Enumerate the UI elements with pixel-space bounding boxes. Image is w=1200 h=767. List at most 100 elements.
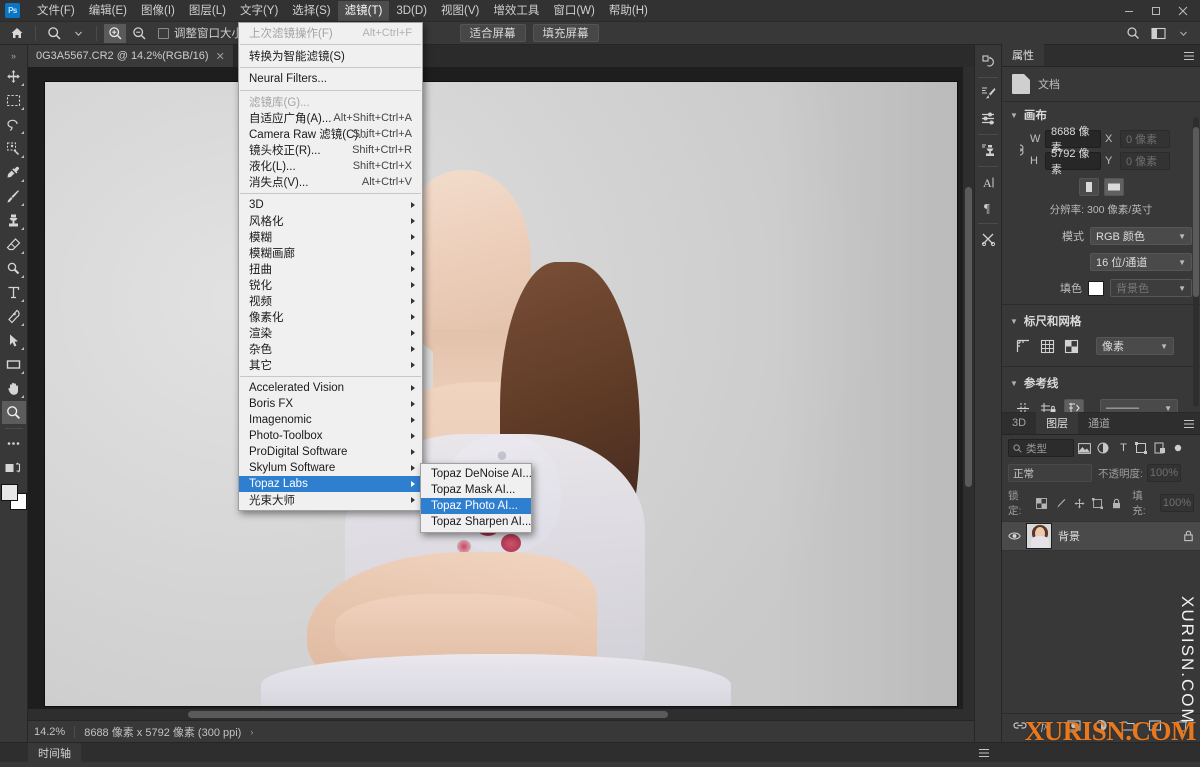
- filter-menu-item[interactable]: 像素化: [239, 309, 422, 325]
- fit-screen-button[interactable]: 适合屏幕: [459, 24, 526, 42]
- scrollbar-thumb[interactable]: [1193, 127, 1199, 297]
- foreground-color-swatch[interactable]: [0, 484, 18, 501]
- menu-edit[interactable]: 编辑(E): [82, 1, 134, 21]
- filter-menu-item[interactable]: Boris FX: [239, 396, 422, 412]
- layer-style-icon[interactable]: fx: [1040, 719, 1054, 733]
- tab-timeline[interactable]: 时间轴: [28, 743, 81, 762]
- delete-layer-icon[interactable]: [1175, 719, 1189, 732]
- menu-layer[interactable]: 图层(L): [182, 1, 233, 21]
- menu-view[interactable]: 视图(V): [434, 1, 486, 21]
- filter-menu-item[interactable]: 锐化: [239, 277, 422, 293]
- lock-position-icon[interactable]: [1074, 498, 1089, 509]
- properties-scrollbar[interactable]: [1193, 117, 1199, 407]
- tab-图层[interactable]: 图层: [1036, 412, 1079, 434]
- home-icon[interactable]: [6, 24, 28, 43]
- lock-icon[interactable]: [1183, 530, 1194, 542]
- filter-menu-item[interactable]: 视频: [239, 293, 422, 309]
- lock-guides-icon[interactable]: [1040, 401, 1056, 412]
- clone-stamp-tool[interactable]: [2, 209, 26, 232]
- blend-mode-select[interactable]: 正常: [1008, 464, 1092, 482]
- quick-mask-icon[interactable]: [2, 456, 26, 479]
- fill-source-select[interactable]: 背景色 ▼: [1110, 279, 1192, 297]
- layer-filter-select[interactable]: 类型: [1008, 439, 1074, 457]
- panel-menu-icon[interactable]: [1183, 419, 1195, 429]
- link-layers-icon[interactable]: [1013, 719, 1027, 732]
- filter-menu-item[interactable]: 镜头校正(R)... Shift+Ctrl+R: [239, 142, 422, 158]
- filter-menu-item[interactable]: Topaz Labs: [239, 476, 422, 492]
- search-icon[interactable]: [1122, 24, 1144, 43]
- filter-smart-icon[interactable]: [1154, 442, 1169, 454]
- menu-select[interactable]: 选择(S): [285, 1, 337, 21]
- filter-adjustment-icon[interactable]: [1097, 442, 1112, 454]
- tab-properties[interactable]: 属性: [1002, 44, 1044, 66]
- path-selection-tool[interactable]: [2, 329, 26, 352]
- adjustment-layer-icon[interactable]: [1094, 719, 1108, 732]
- filter-menu-item[interactable]: 其它: [239, 357, 422, 373]
- filter-menu-item[interactable]: Skylum Software: [239, 460, 422, 476]
- topaz-submenu-item[interactable]: Topaz DeNoise AI...: [421, 466, 532, 482]
- zoom-out-icon[interactable]: [128, 24, 150, 43]
- guide-style-select[interactable]: ——— ▼: [1100, 399, 1178, 412]
- color-mode-select[interactable]: RGB 颜色 ▼: [1090, 227, 1192, 245]
- menu-filter[interactable]: 滤镜(T): [337, 0, 390, 21]
- filter-menu-item[interactable]: 风格化: [239, 213, 422, 229]
- brush-settings-icon[interactable]: [976, 81, 1000, 105]
- paragraph-panel-icon[interactable]: ¶: [976, 195, 1000, 219]
- layer-thumbnail[interactable]: [1026, 523, 1052, 549]
- chevron-down-icon[interactable]: [67, 24, 89, 43]
- menu-help[interactable]: 帮助(H): [602, 1, 655, 21]
- eye-icon[interactable]: [1008, 531, 1021, 541]
- ellipsis-icon[interactable]: [2, 432, 26, 455]
- dodge-tool[interactable]: [2, 257, 26, 280]
- filter-menu-item[interactable]: 转换为智能滤镜(S): [239, 48, 422, 64]
- scrollbar-thumb[interactable]: [965, 187, 972, 487]
- y-field[interactable]: 0 像素: [1120, 152, 1170, 170]
- lock-image-icon[interactable]: [1055, 498, 1070, 509]
- new-group-icon[interactable]: [1121, 719, 1135, 732]
- layer-mask-icon[interactable]: [1067, 719, 1081, 732]
- color-swatches[interactable]: [0, 484, 27, 510]
- lasso-tool[interactable]: [2, 113, 26, 136]
- brush-tool[interactable]: [2, 185, 26, 208]
- minimize-button[interactable]: [1115, 0, 1142, 22]
- filter-type-icon[interactable]: T: [1116, 442, 1131, 454]
- filter-menu-item[interactable]: Camera Raw 滤镜(C)... Shift+Ctrl+A: [239, 126, 422, 142]
- opacity-field[interactable]: 100%: [1146, 464, 1181, 482]
- character-panel-icon[interactable]: A: [976, 170, 1000, 194]
- fit-window-checkbox[interactable]: [158, 27, 169, 39]
- filter-pixel-icon[interactable]: [1078, 442, 1093, 454]
- close-icon[interactable]: ✕: [216, 50, 225, 63]
- filter-menu-item[interactable]: 扭曲: [239, 261, 422, 277]
- menu-plugins[interactable]: 增效工具: [486, 1, 546, 21]
- topaz-submenu-item[interactable]: Topaz Mask AI...: [421, 482, 531, 498]
- pen-tool[interactable]: [2, 305, 26, 328]
- filter-menu-item[interactable]: Imagenomic: [239, 412, 422, 428]
- menu-type[interactable]: 文字(Y): [233, 1, 285, 21]
- clone-source-icon[interactable]: [976, 138, 1000, 162]
- filter-menu-item[interactable]: ProDigital Software: [239, 444, 422, 460]
- filter-menu-item[interactable]: 光束大师: [239, 492, 422, 508]
- portrait-orientation-icon[interactable]: [1078, 178, 1099, 196]
- topaz-labs-submenu[interactable]: Topaz DeNoise AI... Topaz Mask AI... Topaz…: [420, 463, 532, 533]
- new-layer-icon[interactable]: [1148, 719, 1162, 732]
- history-icon[interactable]: [976, 49, 1000, 73]
- filter-menu-item[interactable]: Neural Filters...: [239, 71, 422, 87]
- maximize-button[interactable]: [1142, 0, 1169, 22]
- menu-window[interactable]: 窗口(W): [546, 1, 602, 21]
- filter-shape-icon[interactable]: [1135, 442, 1150, 454]
- zoom-tool-icon[interactable]: [43, 24, 65, 43]
- chevron-down-icon[interactable]: [1172, 24, 1194, 43]
- height-field[interactable]: 5792 像素: [1045, 148, 1101, 176]
- fill-color-swatch[interactable]: [1088, 280, 1104, 296]
- tab-3D[interactable]: 3D: [1002, 412, 1036, 434]
- lock-artboard-icon[interactable]: [1092, 497, 1107, 509]
- eraser-tool[interactable]: [2, 233, 26, 256]
- quick-selection-tool[interactable]: [2, 137, 26, 160]
- adjustments-icon[interactable]: [976, 106, 1000, 130]
- rect-marquee-tool[interactable]: [2, 89, 26, 112]
- type-tool[interactable]: [2, 281, 26, 304]
- topaz-submenu-item[interactable]: Topaz Photo AI...: [421, 498, 531, 514]
- ruler-units-select[interactable]: 像素 ▼: [1096, 337, 1174, 355]
- lock-transparent-icon[interactable]: [1035, 497, 1051, 509]
- clear-guides-icon[interactable]: [1064, 399, 1084, 412]
